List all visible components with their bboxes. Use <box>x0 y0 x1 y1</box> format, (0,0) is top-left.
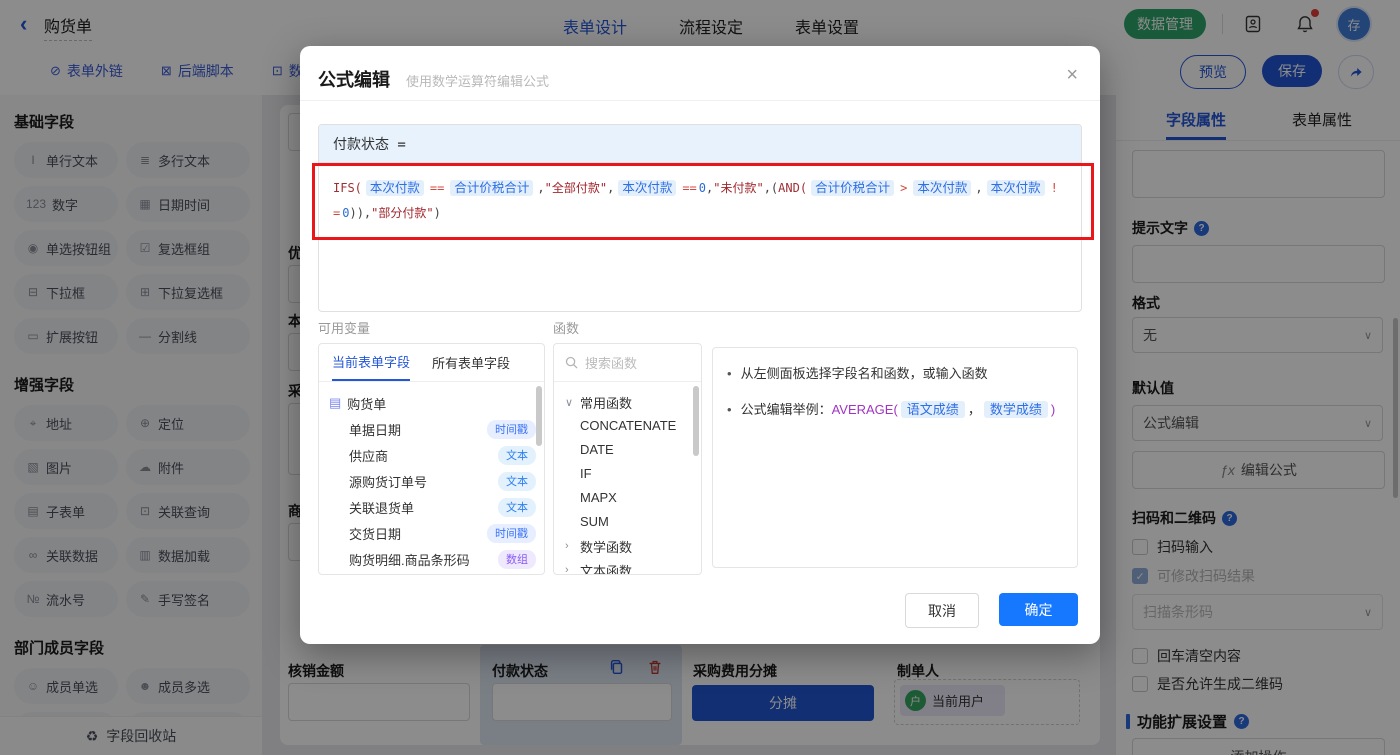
variable-type-badge: 文本 <box>498 471 536 491</box>
formula-token: 本次付款 <box>913 180 972 196</box>
variable-name: 源购货订单号 <box>349 474 428 490</box>
cancel-button[interactable]: 取消 <box>905 593 979 628</box>
variables-label: 可用变量 <box>318 321 371 336</box>
formula-token: )), <box>349 206 372 220</box>
variable-field-row[interactable]: 关联退货单 文本 <box>329 494 536 520</box>
formula-token: , <box>607 181 615 195</box>
formula-token: 本次付款 <box>986 180 1045 196</box>
function-search[interactable]: 搜索函数 <box>554 344 701 382</box>
variable-name: 交货日期 <box>349 526 402 542</box>
modal-title: 公式编辑 <box>318 70 390 90</box>
functions-panel: 搜索函数 ∨ 常用函数 CONCATENATE DATE IF MAPX SUM › 数… <box>553 343 702 575</box>
formula-token: 合计价税合计 <box>450 180 534 196</box>
search-placeholder: 搜索函数 <box>585 356 638 371</box>
tip-line-1: 从左侧面板选择字段名和函数，或输入函数 <box>740 366 988 381</box>
formula-token: 0 <box>698 181 707 195</box>
divider <box>300 100 1100 101</box>
variable-name: 购货明细.商品条形码 <box>349 552 470 568</box>
root-label: 购货单 <box>347 396 387 412</box>
variables-list: ▤ 购货单 单据日期 时间戳 供应商 文本 源购货订单号 文本 关联退货单 文本… <box>319 382 544 572</box>
formula-token: ) <box>433 206 441 220</box>
variable-field-row[interactable]: 供应商 文本 <box>329 442 536 468</box>
chevron-right-icon: › <box>565 540 569 552</box>
formula-editor[interactable]: 付款状态 = IFS(本次付款 == 合计价税合计 ,"全部付款", 本次付款 == 0,"… <box>318 124 1082 312</box>
variable-name: 关联退货单 <box>349 500 415 516</box>
scrollbar-thumb[interactable] <box>536 386 542 446</box>
function-group-math[interactable]: › 数学函数 <box>565 534 701 558</box>
functions-list: ∨ 常用函数 CONCATENATE DATE IF MAPX SUM › 数学函数 ›… <box>554 382 701 575</box>
formula-token: == <box>429 181 445 195</box>
formula-token: ,( <box>763 181 779 195</box>
formula-token: , <box>537 181 545 195</box>
variables-panel: 当前表单字段 所有表单字段 ▤ 购货单 单据日期 时间戳 供应商 文本 源购货订… <box>318 343 545 575</box>
variable-field-row[interactable]: 源购货订单号 文本 <box>329 468 536 494</box>
formula-edit-modal: 公式编辑 使用数学运算符编辑公式 × 付款状态 = IFS(本次付款 == 合计价税… <box>300 46 1100 644</box>
tab-all-form-fields[interactable]: 所有表单字段 <box>432 344 510 381</box>
tips-panel: • 从左侧面板选择字段名和函数，或输入函数 • 公式编辑举例：AVERAGE(语… <box>712 347 1078 568</box>
formula-token: AND( <box>778 181 808 195</box>
variable-field-row[interactable]: 交货日期 时间戳 <box>329 520 536 546</box>
scrollbar-thumb[interactable] <box>693 386 699 456</box>
variable-type-badge: 时间戳 <box>487 419 536 439</box>
function-item[interactable]: MAPX <box>565 486 701 510</box>
formula-token: IFS( <box>333 181 362 195</box>
close-icon[interactable]: × <box>1066 64 1078 87</box>
document-icon: ▤ <box>329 395 342 410</box>
formula-token: == <box>682 181 697 195</box>
variables-root-node[interactable]: ▤ 购货单 <box>329 390 536 416</box>
variable-type-badge: 时间戳 <box>487 523 536 543</box>
variable-field-row[interactable]: 购货明细.商品条形码 数组 <box>329 546 536 572</box>
chevron-down-icon: ∨ <box>565 396 574 409</box>
function-group-text[interactable]: › 文本函数 <box>565 558 701 575</box>
variable-type-badge: 文本 <box>498 497 536 517</box>
variable-name: 单据日期 <box>349 422 402 438</box>
formula-token: , <box>975 181 983 195</box>
search-icon <box>565 356 578 369</box>
tab-current-form-fields[interactable]: 当前表单字段 <box>332 344 411 381</box>
confirm-button[interactable]: 确定 <box>999 593 1078 626</box>
formula-token: 本次付款 <box>365 180 424 196</box>
variable-name: 供应商 <box>349 448 389 464</box>
bullet-icon: • <box>727 402 732 417</box>
modal-subtitle: 使用数学运算符编辑公式 <box>406 74 550 89</box>
formula-token: "全部付款" <box>544 181 608 195</box>
bullet-icon: • <box>727 366 732 381</box>
function-item[interactable]: CONCATENATE <box>565 414 701 438</box>
formula-token: "未付款" <box>713 181 764 195</box>
function-item[interactable]: SUM <box>565 510 701 534</box>
variable-field-row[interactable]: 单据日期 时间戳 <box>329 416 536 442</box>
function-group-common[interactable]: ∨ 常用函数 <box>565 390 701 414</box>
formula-token: 本次付款 <box>618 180 677 196</box>
chevron-right-icon: › <box>565 564 569 575</box>
variable-type-badge: 文本 <box>498 445 536 465</box>
formula-token: 合计价税合计 <box>811 180 895 196</box>
function-item[interactable]: DATE <box>565 438 701 462</box>
variable-type-badge: 数组 <box>498 549 536 569</box>
screen: ‹ 购货单 表单设计 流程设定 表单设置 数据管理 存 ⊘ 表单外链 ⊠ 后端脚… <box>0 0 1400 755</box>
formula-code[interactable]: IFS(本次付款 == 合计价税合计 ,"全部付款", 本次付款 == 0,"未付款",(A… <box>319 163 1081 239</box>
function-item[interactable]: IF <box>565 462 701 486</box>
functions-label: 函数 <box>553 321 580 336</box>
formula-target: 付款状态 = <box>319 125 1081 163</box>
variables-tabs: 当前表单字段 所有表单字段 <box>319 344 544 382</box>
formula-token: "部分付款" <box>371 206 434 220</box>
formula-token: > <box>900 181 908 195</box>
tip-line-2: 公式编辑举例：AVERAGE(语文成绩，数学成绩) <box>740 401 1056 418</box>
